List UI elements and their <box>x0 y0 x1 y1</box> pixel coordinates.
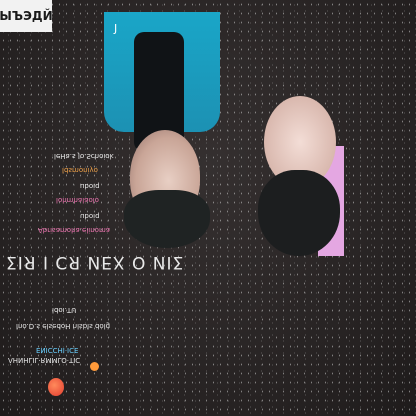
brand-logo-text: ЫЪЭДЙ <box>0 9 53 23</box>
person-left: J <box>104 12 220 248</box>
sub-line-3: ENICCHI·ICE <box>36 346 79 354</box>
headline: ΣIЯ I CЯ ИEX O ИIΣ <box>6 252 185 272</box>
orange-dot-icon <box>90 362 99 371</box>
person-right <box>258 96 344 266</box>
caption-line-2: ldsmoniyo <box>62 166 98 174</box>
sub-line-2: lno.D.s elsedoH nlsbls dolg <box>16 322 111 330</box>
caption-line-6: Abrisamoha.elinoma <box>38 226 111 234</box>
hair-left <box>124 190 210 248</box>
sub-line-4: ΛHNHLIL·RMMLO·TIC <box>8 356 81 364</box>
sub-line-1: ldoi.TU <box>52 306 77 314</box>
hair-right <box>258 170 340 256</box>
caption-line-5: uboiq <box>80 212 100 220</box>
caption-line-1: leHa.s Jo.Schoiok <box>54 152 114 160</box>
shirt-logo: J <box>114 22 118 35</box>
caption-line-3: uboiq <box>80 182 100 190</box>
mascot-icon <box>48 378 64 396</box>
brand-logo: ЫЪЭДЙ <box>0 0 53 32</box>
caption-line-4: lohmhalaolo <box>56 196 99 204</box>
video-frame: ЫЪЭДЙ J leHa.s Jo.Schoiok ldsmoniyo uboi… <box>0 0 416 416</box>
